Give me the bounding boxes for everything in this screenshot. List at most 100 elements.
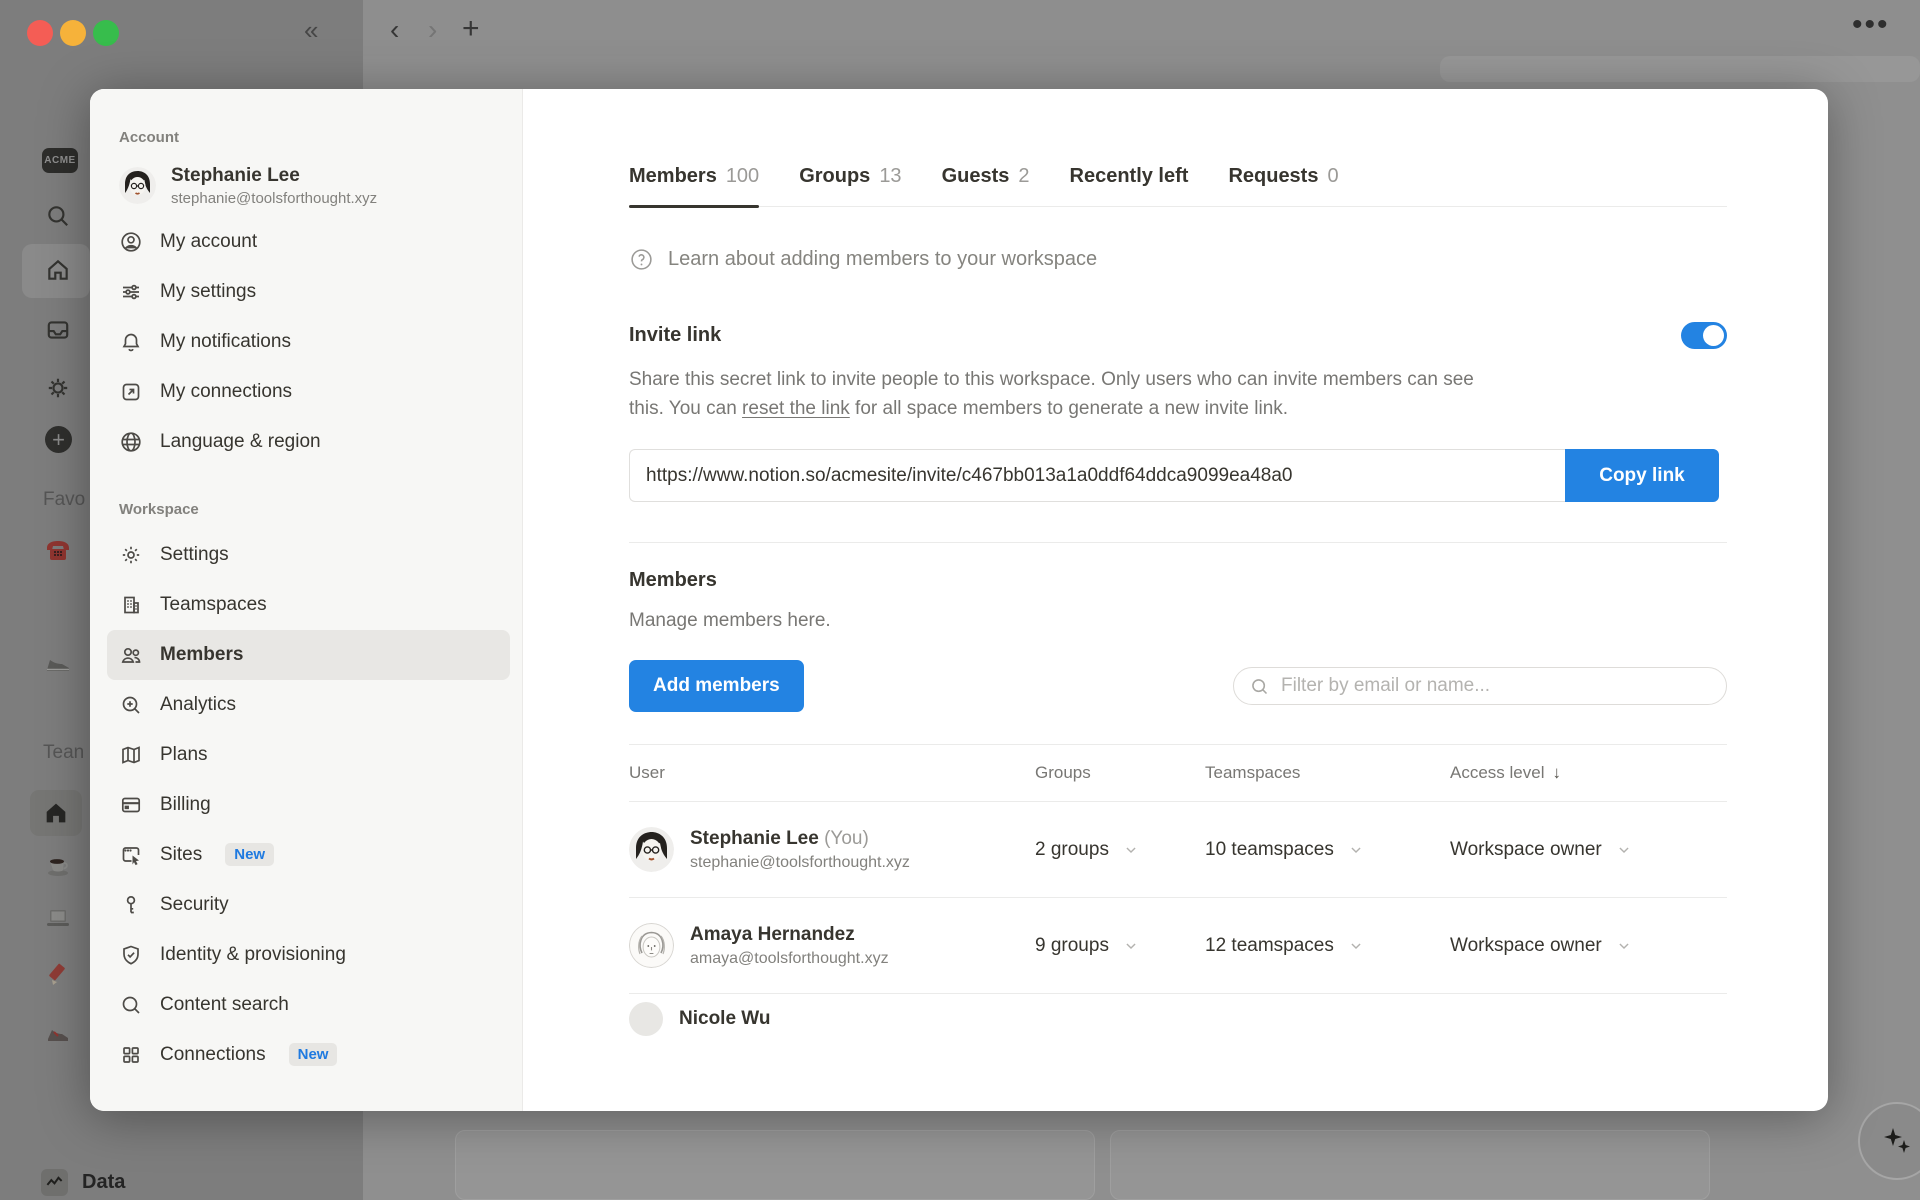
access-level-dropdown[interactable]: Workspace owner [1450,839,1727,861]
help-circle-icon [631,249,652,270]
sidebar-item-sites[interactable]: Sites New [107,830,510,880]
inbox-icon[interactable] [45,317,71,343]
tab-count: 0 [1327,165,1339,187]
background-card [1110,1130,1710,1200]
more-options-icon[interactable]: ••• [1852,10,1890,40]
header-user: User [629,763,665,782]
chevron-down-icon [1126,942,1136,949]
description-text: for all space members to generate a new … [849,398,1289,419]
invite-link-toggle[interactable] [1681,322,1727,349]
tab-recently-left[interactable]: Recently left [1070,165,1189,206]
sidebar-item-language-region[interactable]: Language & region [107,417,510,467]
phone-emoji-icon[interactable] [44,536,72,564]
zoom-window-button[interactable] [93,20,119,46]
add-members-button[interactable]: Add members [629,660,804,712]
sidebar-item-plans[interactable]: Plans [107,730,510,780]
learn-link[interactable]: Learn about adding members to your works… [629,247,1727,272]
invite-link-title: Invite link [629,324,722,346]
avatar [629,1002,663,1036]
settings-gear-icon[interactable] [45,375,71,401]
tab-groups[interactable]: Groups 13 [799,165,901,206]
new-badge: New [225,843,275,867]
sidebar-item-data[interactable]: Data [41,1169,125,1196]
reset-link[interactable]: reset the link [742,398,850,419]
sidebar-item-my-settings[interactable]: My settings [107,267,510,317]
sidebar-item-settings[interactable]: Settings [107,530,510,580]
ai-sparkle-button[interactable] [1858,1102,1920,1180]
profile-row[interactable]: Stephanie Lee stephanie@toolsforthought.… [107,158,510,217]
teamspaces-label: Tean [43,742,85,763]
groups-dropdown[interactable]: 2 groups [1035,839,1205,861]
sidebar-item-label: My settings [160,280,257,302]
forward-icon[interactable]: › [428,16,437,44]
sidebar-item-teamspaces[interactable]: Teamspaces [107,580,510,630]
sidebar-item-label: Settings [160,543,229,565]
sneaker-emoji-icon[interactable] [44,650,72,678]
filter-members-input[interactable]: Filter by email or name... [1233,667,1727,705]
coffee-emoji-icon[interactable] [44,851,72,879]
invite-url-field[interactable]: https://www.notion.so/acmesite/invite/c4… [629,449,1565,502]
search-icon[interactable] [45,203,71,229]
sidebar-item-analytics[interactable]: Analytics [107,680,510,730]
tab-members[interactable]: Members 100 [629,165,760,208]
access-level-dropdown[interactable]: Workspace owner [1450,935,1727,957]
tab-label: Members [629,165,717,187]
sidebar-item-label: Connections [160,1043,266,1065]
minimize-window-button[interactable] [60,20,86,46]
profile-name: Stephanie Lee [171,165,300,186]
back-icon[interactable]: ‹ [390,16,399,44]
sidebar-item-content-search[interactable]: Content search [107,980,510,1030]
sidebar-item-label: Billing [160,793,211,815]
sidebar-item-billing[interactable]: Billing [107,780,510,830]
tab-requests[interactable]: Requests 0 [1228,165,1338,206]
chevron-down-icon [1619,846,1629,853]
workspace-logo[interactable]: ACME [42,148,78,173]
map-icon [122,745,140,764]
sidebar-item-security[interactable]: Security [107,880,510,930]
header-groups: Groups [1035,763,1091,782]
arrow-up-right-box-icon [122,383,140,401]
sidebar-item-identity-provisioning[interactable]: Identity & provisioning [107,930,510,980]
profile-email: stephanie@toolsforthought.xyz [171,189,378,207]
sidebar-item-connections[interactable]: Connections New [107,1030,510,1080]
credit-card-icon [121,797,141,813]
chevron-down-icon [1351,942,1361,949]
new-tab-icon[interactable]: + [462,14,480,44]
header-access-level[interactable]: Access level ↓ [1450,763,1727,783]
groups-dropdown[interactable]: 9 groups [1035,935,1205,957]
sidebar-item-label: Plans [160,743,208,765]
sidebar-item-label: Teamspaces [160,593,267,615]
teamspaces-dropdown[interactable]: 12 teamspaces [1205,935,1450,957]
gear-icon [122,546,140,563]
table-row: Stephanie Lee (You) stephanie@toolsforth… [629,802,1727,898]
sneaker2-emoji-icon[interactable] [44,1019,72,1047]
laptop-emoji-icon[interactable] [44,904,72,932]
tab-label: Groups [799,165,871,187]
sidebar-item-label: Members [160,643,244,665]
close-window-button[interactable] [27,20,53,46]
collapse-sidebar-icon[interactable]: « [304,17,318,43]
browser-cursor-icon [122,846,140,865]
sidebar-item-my-notifications[interactable]: My notifications [107,317,510,367]
sidebar-item-my-account[interactable]: My account [107,217,510,267]
section-divider [629,542,1727,543]
account-section-label: Account [119,129,179,146]
tab-label: Guests [941,165,1010,187]
sidebar-item-my-connections[interactable]: My connections [107,367,510,417]
sidebar-item-members[interactable]: Members [107,629,510,680]
teamspaces-dropdown[interactable]: 10 teamspaces [1205,839,1450,861]
tab-count: 100 [725,165,760,187]
home-icon[interactable] [45,257,71,283]
new-page-icon[interactable]: + [45,426,72,453]
filter-placeholder: Filter by email or name... [1281,675,1491,696]
tab-guests[interactable]: Guests 2 [942,165,1030,206]
table-row: Amaya Hernandez amaya@toolsforthought.xy… [629,898,1727,994]
pencil-emoji-icon[interactable] [44,961,72,989]
grid-icon [123,1046,139,1063]
copy-link-button[interactable]: Copy link [1565,449,1719,502]
tab-label: Requests [1228,165,1319,187]
screen: « ‹ › + ••• ACME + Favo Tean Data Accoun… [0,0,1920,1200]
sidebar-item-label: Language & region [160,430,321,452]
key-icon [126,895,136,914]
teamspace-home-icon[interactable] [30,790,82,836]
